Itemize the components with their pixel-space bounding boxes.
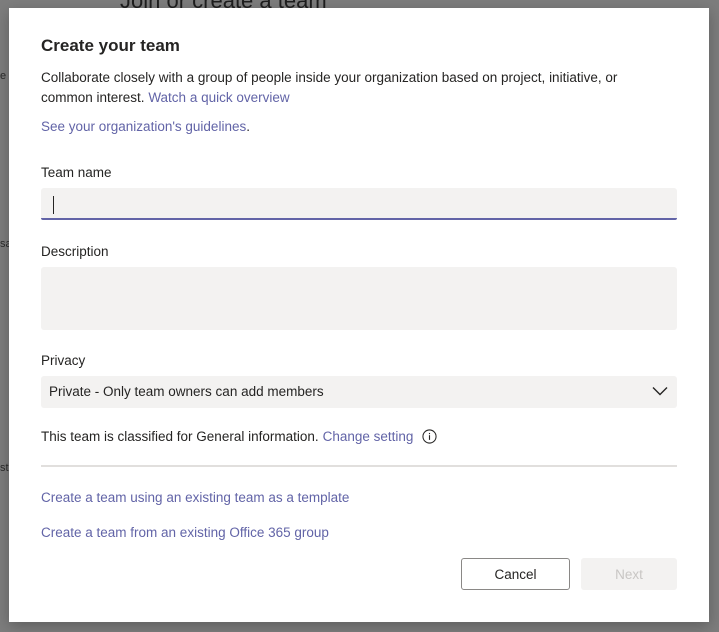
cancel-button[interactable]: Cancel [461, 558, 570, 590]
create-from-template-link[interactable]: Create a team using an existing team as … [41, 490, 349, 505]
team-name-label: Team name [41, 165, 112, 180]
guidelines-link[interactable]: See your organization's guidelines [41, 119, 246, 134]
privacy-dropdown[interactable]: Private - Only team owners can add membe… [41, 376, 677, 408]
dialog-title: Create your team [41, 36, 180, 55]
next-button[interactable]: Next [581, 558, 677, 590]
change-setting-link[interactable]: Change setting [323, 429, 414, 444]
guidelines-period: . [246, 119, 250, 134]
privacy-selected-value: Private - Only team owners can add membe… [49, 384, 324, 399]
watch-overview-link[interactable]: Watch a quick overview [148, 90, 289, 105]
section-divider [41, 465, 677, 467]
guidelines-line: See your organization's guidelines. [41, 119, 250, 134]
team-name-input[interactable] [41, 188, 677, 220]
chevron-down-icon [652, 387, 668, 396]
create-team-dialog: Create your team Collaborate closely wit… [9, 8, 709, 622]
intro-paragraph: Collaborate closely with a group of peop… [41, 68, 671, 108]
description-input[interactable] [41, 267, 677, 330]
create-from-office365-group-link[interactable]: Create a team from an existing Office 36… [41, 525, 329, 540]
info-icon[interactable] [422, 429, 438, 444]
background-text-fragment: st [0, 462, 9, 474]
classification-row: This team is classified for General info… [41, 429, 438, 444]
description-label: Description [41, 244, 109, 259]
privacy-label: Privacy [41, 353, 86, 368]
classification-text: This team is classified for General info… [41, 429, 319, 444]
text-cursor [53, 196, 54, 214]
background-text-fragment: e [0, 70, 7, 82]
intro-text: Collaborate closely with a group of peop… [41, 70, 618, 105]
